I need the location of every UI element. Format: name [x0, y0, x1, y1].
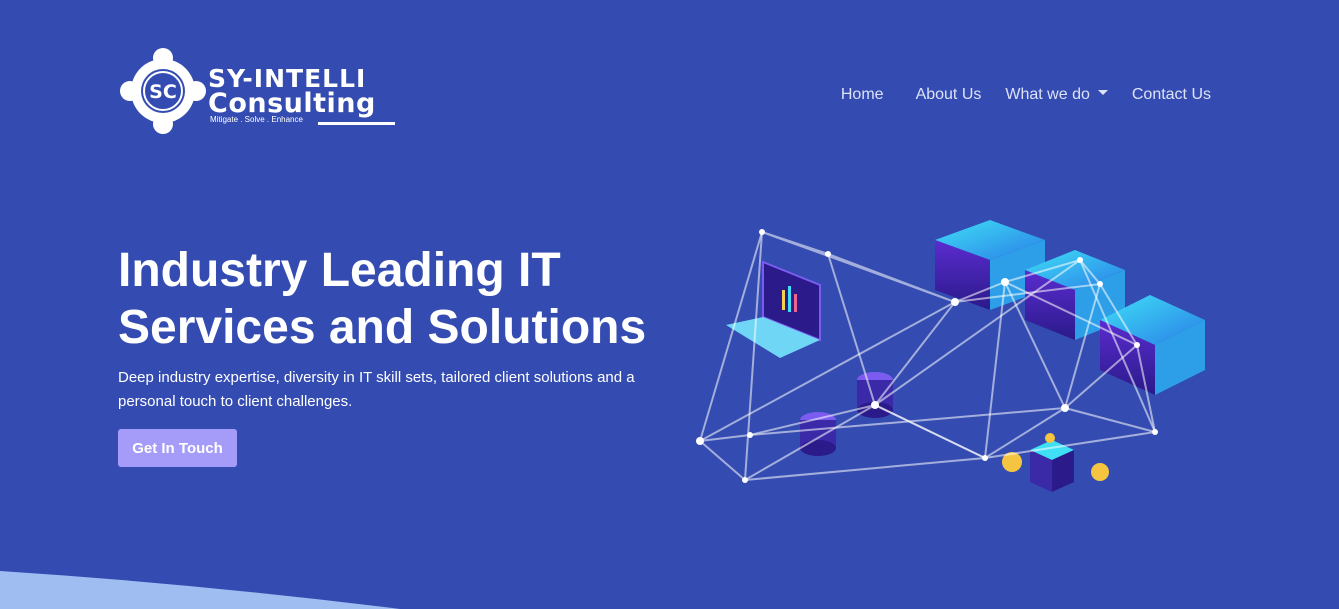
- nav-item-about[interactable]: About Us: [916, 85, 982, 105]
- logo-emblem-icon: SC: [120, 48, 206, 134]
- nav-item-label: Contact Us: [1131, 86, 1211, 103]
- logo-monogram: SC: [149, 81, 177, 103]
- hero-subtitle: Deep industry expertise, diversity in IT…: [118, 369, 635, 410]
- brand-underline: [318, 122, 395, 125]
- nav-item-label: About Us: [915, 86, 982, 103]
- network-illustration: [696, 220, 1205, 492]
- get-in-touch-button[interactable]: Get In Touch: [118, 429, 237, 467]
- database-icon: [800, 372, 893, 456]
- nav-item-label: What we do: [1005, 86, 1090, 103]
- nav-item-label: Home: [840, 86, 884, 103]
- brand-tagline: Mitigate . Solve . Enhance: [210, 115, 303, 124]
- hero-title: Industry Leading IT Services and Solutio…: [118, 244, 647, 354]
- nav-item-what-we-do[interactable]: What we do: [1005, 85, 1108, 105]
- main-navigation: Home About Us What we do Contact Us: [841, 85, 1211, 105]
- bottom-wave: [0, 571, 400, 609]
- nav-item-home[interactable]: Home: [841, 85, 884, 105]
- brand-name-line2: Consulting: [208, 88, 376, 119]
- brand-logo[interactable]: SC SY-INTELLI Consulting Mitigate . Solv…: [118, 46, 398, 136]
- dropdown-caret-icon: [1097, 90, 1108, 96]
- laptop-icon: [726, 260, 821, 358]
- nav-item-contact[interactable]: Contact Us: [1132, 85, 1211, 105]
